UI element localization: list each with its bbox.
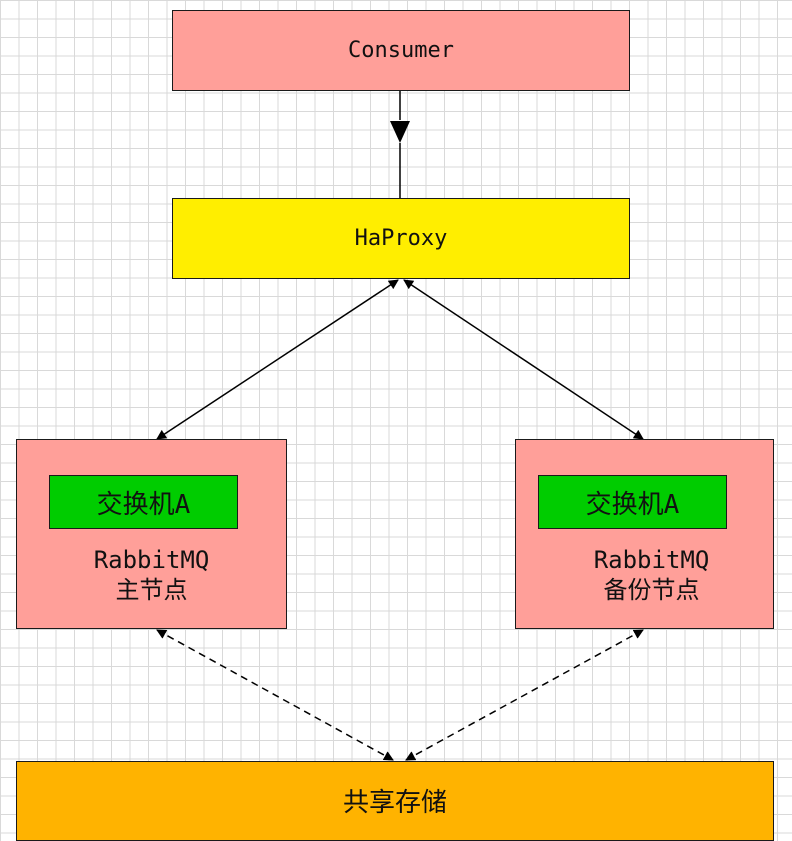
storage-label: 共享存储 [342, 788, 447, 818]
haproxy-node: HaProxy [172, 198, 630, 279]
shared-storage-node: 共享存储 [16, 761, 774, 841]
consumer-node: Consumer [172, 10, 630, 91]
node-role: 备份节点 [603, 576, 700, 604]
haproxy-label: HaProxy [354, 226, 448, 251]
exchange-label: 交换机A [96, 489, 191, 520]
rabbitmq-backup-node: 交换机A RabbitMQ 备份节点 [515, 439, 774, 629]
exchange-box: 交换机A [538, 475, 727, 529]
edge-backup-storage [405, 629, 644, 761]
rabbitmq-main-node: 交换机A RabbitMQ 主节点 [16, 439, 287, 629]
node-name: RabbitMQ [93, 546, 210, 574]
exchange-box: 交换机A [49, 475, 238, 529]
exchange-label: 交换机A [585, 489, 680, 520]
consumer-label: Consumer [348, 38, 454, 63]
node-role: 主节点 [115, 576, 188, 604]
edge-haproxy-backup [403, 279, 644, 440]
connectors [156, 91, 644, 761]
edge-consumer-haproxy-arrowhead [390, 121, 410, 143]
node-name: RabbitMQ [593, 546, 710, 574]
edge-main-storage [156, 629, 394, 761]
edge-haproxy-main [156, 279, 399, 440]
